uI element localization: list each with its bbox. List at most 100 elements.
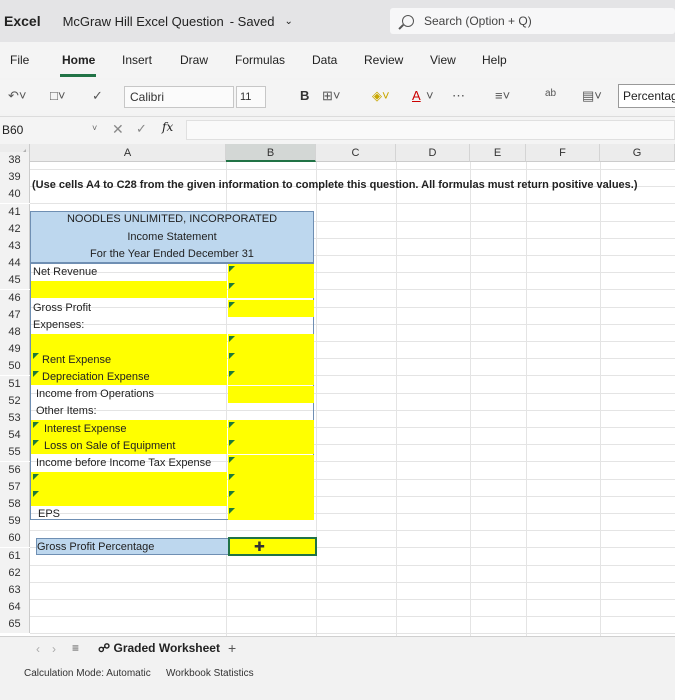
input-cell-b48[interactable] <box>228 334 314 351</box>
row-header[interactable]: 39 <box>0 169 30 186</box>
row-header[interactable]: 46 <box>0 290 30 307</box>
chevron-down-icon[interactable]: ˅ <box>426 88 434 103</box>
row-header[interactable]: 61 <box>0 548 30 565</box>
next-sheet-icon[interactable]: › <box>52 642 56 656</box>
label-other-items[interactable]: Other Items: <box>36 403 97 420</box>
column-header-b[interactable]: B <box>226 144 316 162</box>
row-header[interactable]: 48 <box>0 324 30 341</box>
calculation-mode[interactable]: Calculation Mode: Automatic <box>24 668 151 679</box>
active-cell-b60[interactable] <box>228 537 317 556</box>
input-cell-a48[interactable] <box>31 334 227 351</box>
confirm-icon[interactable]: ✓ <box>136 121 147 137</box>
row-header[interactable]: 59 <box>0 513 30 530</box>
name-box[interactable]: B60 ˅ <box>0 120 100 140</box>
chevron-down-icon[interactable]: ˅ <box>92 123 97 133</box>
wrap-text-icon[interactable]: ab <box>545 88 556 99</box>
row-header[interactable]: 62 <box>0 565 30 582</box>
formula-input[interactable] <box>186 120 675 140</box>
row-header[interactable]: 56 <box>0 462 30 479</box>
merge-icon[interactable]: ▤˅ <box>582 88 602 104</box>
column-header-c[interactable]: C <box>316 144 396 162</box>
function-icon[interactable]: fx <box>162 120 173 134</box>
row-header[interactable]: 47 <box>0 307 30 324</box>
yellow-block-a56-57[interactable] <box>31 472 227 506</box>
input-cell-b46[interactable] <box>228 300 314 317</box>
workbook-statistics[interactable]: Workbook Statistics <box>166 668 254 679</box>
column-header-g[interactable]: G <box>600 144 675 162</box>
row-header[interactable]: 41 <box>0 204 30 221</box>
label-interest-expense[interactable]: Interest Expense <box>44 421 127 438</box>
label-expenses[interactable]: Expenses: <box>33 317 84 334</box>
bold-button[interactable]: B <box>300 88 309 103</box>
tab-review[interactable]: Review <box>364 53 403 67</box>
row-header[interactable]: 63 <box>0 582 30 599</box>
sheet-list-icon[interactable]: ≡ <box>72 641 79 655</box>
row-header[interactable]: 57 <box>0 479 30 496</box>
cancel-icon[interactable]: ✕ <box>112 121 124 138</box>
input-cell-b51[interactable] <box>228 386 314 403</box>
format-painter-icon[interactable]: ✓ <box>92 88 103 104</box>
number-format-select[interactable]: Percentage <box>618 84 675 108</box>
row-header[interactable]: 40 <box>0 186 30 203</box>
prev-sheet-icon[interactable]: ‹ <box>36 642 40 656</box>
column-header-d[interactable]: D <box>396 144 470 162</box>
column-header-e[interactable]: E <box>470 144 526 162</box>
label-income-before-tax[interactable]: Income before Income Tax Expense <box>36 455 211 472</box>
tab-home[interactable]: Home <box>62 53 95 67</box>
label-loss-sale-equipment[interactable]: Loss on Sale of Equipment <box>44 438 175 455</box>
row-header[interactable]: 44 <box>0 255 30 272</box>
label-gross-profit[interactable]: Gross Profit <box>33 300 91 317</box>
tab-data[interactable]: Data <box>312 53 337 67</box>
instruction-text[interactable]: (Use cells A4 to C28 from the given info… <box>32 177 638 194</box>
fill-color-icon[interactable]: ◈˅ <box>372 88 390 104</box>
font-name-select[interactable]: Calibri <box>124 86 234 108</box>
label-depreciation-expense[interactable]: Depreciation Expense <box>42 369 150 386</box>
row-header[interactable]: 55 <box>0 444 30 461</box>
tab-help[interactable]: Help <box>482 53 507 67</box>
chevron-down-icon[interactable]: ⌄ <box>285 16 293 27</box>
font-color-button[interactable]: A <box>412 88 421 103</box>
tab-file[interactable]: File <box>10 53 29 67</box>
input-cell-a45[interactable] <box>31 281 227 298</box>
row-header[interactable]: 50 <box>0 358 30 375</box>
row-header[interactable]: 49 <box>0 341 30 358</box>
row-header[interactable]: 65 <box>0 616 30 633</box>
row-header[interactable]: 64 <box>0 599 30 616</box>
tab-draw[interactable]: Draw <box>180 53 208 67</box>
row-header[interactable]: 38 <box>0 152 30 169</box>
yellow-block-b56-57[interactable] <box>228 472 314 506</box>
undo-icon[interactable]: ↶˅ <box>8 88 26 104</box>
align-icon[interactable]: ≡˅ <box>495 88 510 103</box>
input-cell-b45[interactable] <box>228 281 314 298</box>
row-header[interactable]: 54 <box>0 427 30 444</box>
borders-icon[interactable]: ⊞˅ <box>322 88 340 104</box>
more-icon[interactable]: ⋯ <box>452 88 465 104</box>
label-net-revenue[interactable]: Net Revenue <box>33 264 97 281</box>
label-income-operations[interactable]: Income from Operations <box>36 386 154 403</box>
label-rent-expense[interactable]: Rent Expense <box>42 352 111 369</box>
tab-formulas[interactable]: Formulas <box>235 53 285 67</box>
worksheet-grid[interactable]: 38 39 40 41 42 43 44 45 46 47 48 49 50 51 52 53 54 55 56 57… <box>0 152 675 636</box>
row-header[interactable]: 52 <box>0 393 30 410</box>
label-gross-profit-percentage[interactable]: Gross Profit Percentage <box>36 538 229 555</box>
input-cell-b55[interactable] <box>228 455 314 472</box>
font-size-select[interactable]: 11 <box>236 86 266 108</box>
row-header[interactable]: 51 <box>0 376 30 393</box>
search-box[interactable]: Search (Option + Q) <box>390 8 675 34</box>
tab-insert[interactable]: Insert <box>122 53 152 67</box>
column-header-f[interactable]: F <box>526 144 600 162</box>
row-header[interactable]: 60 <box>0 530 30 547</box>
row-header[interactable]: 43 <box>0 238 30 255</box>
input-cell-b58[interactable] <box>228 506 314 520</box>
sheet-tab-graded-worksheet[interactable]: ☍ Graded Worksheet <box>98 641 220 655</box>
add-sheet-button[interactable]: + <box>228 640 236 656</box>
document-title[interactable]: McGraw Hill Excel Question <box>63 14 224 29</box>
tab-view[interactable]: View <box>430 53 456 67</box>
row-header[interactable]: 58 <box>0 496 30 513</box>
row-header[interactable]: 53 <box>0 410 30 427</box>
input-cell-b44[interactable] <box>228 264 314 281</box>
clipboard-icon[interactable]: □˅ <box>50 88 65 103</box>
row-header[interactable]: 42 <box>0 221 30 238</box>
row-header[interactable]: 45 <box>0 272 30 289</box>
column-header-a[interactable]: A <box>30 144 226 162</box>
